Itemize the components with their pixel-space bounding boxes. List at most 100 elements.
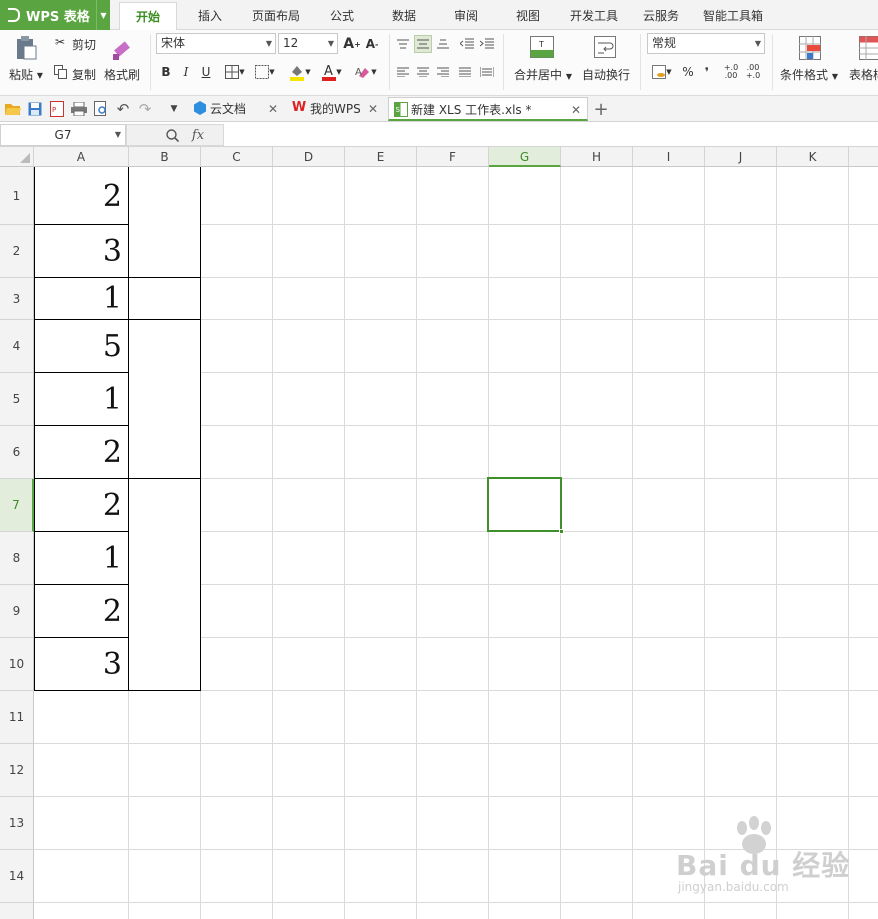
decrease-decimal-icon[interactable]: .00 +.0 [744,63,762,81]
column-header-partial[interactable] [849,147,878,167]
column-header-C[interactable]: C [201,147,273,167]
bold-button[interactable]: B [158,63,174,81]
comma-button[interactable]: ❜ [700,63,714,81]
merged-cell-B4-B6[interactable] [129,321,200,478]
copy-icon[interactable] [52,64,68,80]
decrease-indent-icon[interactable] [458,35,476,53]
doc-tab-cloud[interactable]: 云文档 ✕ [188,97,284,121]
fill-color-icon[interactable]: ▼ [286,61,314,83]
redo-icon[interactable]: ↷ [136,100,154,118]
undo-icon[interactable]: ↶ [114,100,132,118]
align-right-icon[interactable] [434,63,452,81]
export-pdf-icon[interactable]: P [48,100,66,118]
print-icon[interactable] [70,100,88,118]
cell-A6[interactable]: 2 [34,426,129,478]
column-header-K[interactable]: K [777,147,849,167]
selected-cell-G7[interactable] [487,477,564,534]
chevron-down-icon[interactable]: ▼ [96,0,110,30]
align-middle-icon[interactable] [414,35,432,53]
tab-page-layout[interactable]: 页面布局 [246,0,306,30]
table-style-icon[interactable] [858,35,878,61]
row-header-11[interactable]: 11 [0,691,34,744]
fill-handle[interactable] [559,529,564,534]
column-header-J[interactable]: J [705,147,777,167]
cell-A9[interactable]: 2 [34,585,129,637]
conditional-format-icon[interactable] [797,35,823,61]
tab-home[interactable]: 开始 [119,2,177,31]
cell-A5[interactable]: 1 [34,373,129,425]
cell-A3[interactable]: 1 [34,278,129,319]
doc-tab-workbook[interactable]: S 新建 XLS 工作表.xls * ✕ [388,97,588,121]
row-header-7[interactable]: 7 [0,479,34,532]
font-size-select[interactable]: 12 ▼ [278,33,338,54]
spreadsheet-grid[interactable]: A B C D E F G H I J K 1 2 3 4 5 6 7 8 9 … [0,147,878,919]
tab-cloud-service[interactable]: 云服务 [636,0,686,30]
row-header-3[interactable]: 3 [0,278,34,320]
cell-A10[interactable]: 3 [34,638,129,690]
row-header-8[interactable]: 8 [0,532,34,585]
cut-button[interactable]: 剪切 [72,36,96,53]
font-color-icon[interactable]: A ▼ [318,61,346,83]
tab-developer[interactable]: 开发工具 [564,0,624,30]
row-header-10[interactable]: 10 [0,638,34,691]
conditional-format-button[interactable]: 条件格式 ▼ [780,66,838,83]
row-header-13[interactable]: 13 [0,797,34,850]
row-header-2[interactable]: 2 [0,225,34,278]
close-icon[interactable]: ✕ [571,98,581,122]
column-header-B[interactable]: B [129,147,201,167]
paste-icon[interactable] [12,34,40,62]
italic-button[interactable]: I [178,63,194,81]
open-folder-icon[interactable] [4,100,22,118]
percent-button[interactable]: % [680,63,696,81]
zoom-search-icon[interactable] [163,126,181,144]
print-preview-icon[interactable] [92,100,110,118]
row-header-14[interactable]: 14 [0,850,34,903]
insert-function-icon[interactable]: fx [187,126,209,144]
column-header-I[interactable]: I [633,147,705,167]
new-tab-plus-icon[interactable]: + [592,99,610,120]
tab-data[interactable]: 数据 [382,0,426,30]
column-header-D[interactable]: D [273,147,345,167]
fill-pattern-icon[interactable]: ▼ [252,63,278,81]
row-header-12[interactable]: 12 [0,744,34,797]
merged-cell-B7-B10[interactable] [129,480,200,690]
name-box[interactable]: G7 ▼ [0,124,126,146]
column-header-A[interactable]: A [34,147,129,167]
tab-insert[interactable]: 插入 [186,0,234,30]
doc-tab-my-wps[interactable]: W 我的WPS ✕ [288,97,384,121]
copy-button[interactable]: 复制 [72,66,96,83]
wrap-text-button[interactable]: 自动换行 [582,66,630,83]
align-center-icon[interactable] [414,63,432,81]
increase-decimal-icon[interactable]: +.0.00 [722,63,740,81]
paste-button[interactable]: 粘贴 ▾ [9,66,43,83]
row-header-9[interactable]: 9 [0,585,34,638]
merged-cell-B1-B2[interactable] [129,168,200,277]
currency-icon[interactable]: ▼ [648,63,676,81]
underline-button[interactable]: U [198,63,214,81]
format-painter-button[interactable]: 格式刷 [104,66,140,83]
cell-A2[interactable]: 3 [34,225,129,277]
distributed-align-icon[interactable] [478,63,496,81]
align-top-icon[interactable] [394,35,412,53]
row-header-1[interactable]: 1 [0,167,34,225]
decrease-font-icon[interactable]: A- [363,35,381,53]
row-header-partial[interactable] [0,903,34,919]
number-format-select[interactable]: 常规 ▼ [647,33,765,54]
save-icon[interactable] [26,100,44,118]
cell-A7[interactable]: 2 [34,479,129,531]
close-icon[interactable]: ✕ [368,97,378,121]
row-header-6[interactable]: 6 [0,426,34,479]
tab-formulas[interactable]: 公式 [320,0,364,30]
row-header-4[interactable]: 4 [0,320,34,373]
formula-input[interactable] [224,124,878,146]
tab-view[interactable]: 视图 [506,0,550,30]
merge-center-icon[interactable]: T [529,35,555,59]
app-menu-button[interactable]: WPS 表格 ▼ [0,0,110,30]
align-bottom-icon[interactable] [434,35,452,53]
font-name-select[interactable]: 宋体 ▼ [156,33,276,54]
select-all-corner[interactable] [0,147,34,167]
cell-A1[interactable]: 2 [34,168,129,224]
row-header-5[interactable]: 5 [0,373,34,426]
format-painter-icon[interactable] [108,34,136,62]
chevron-down-icon[interactable]: ▼ [115,125,121,145]
